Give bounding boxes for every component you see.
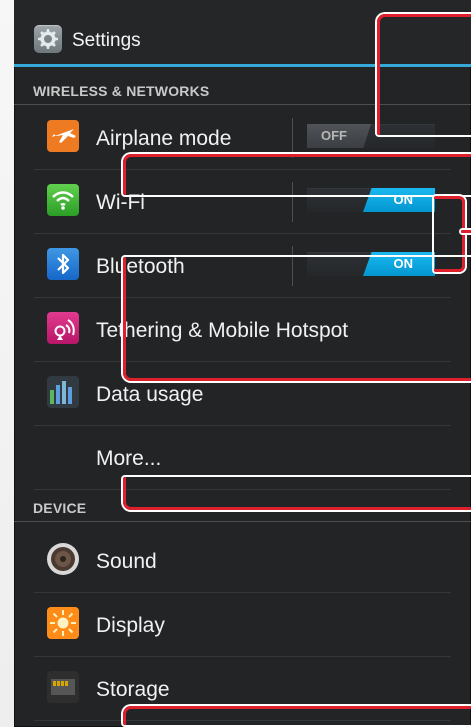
gear-icon bbox=[34, 25, 62, 53]
airplane-icon bbox=[47, 120, 79, 152]
wifi-label: Wi-Fi bbox=[96, 191, 145, 214]
display-row[interactable]: Display bbox=[14, 593, 471, 657]
airplane-toggle-state: OFF bbox=[321, 128, 347, 143]
data-usage-row[interactable]: Data usage bbox=[14, 362, 471, 426]
storage-row[interactable]: Storage bbox=[14, 657, 471, 721]
sd-card-icon bbox=[47, 671, 79, 703]
wifi-row[interactable]: Wi-Fi ON bbox=[14, 170, 471, 234]
wifi-icon bbox=[47, 184, 79, 216]
page-title: Settings bbox=[72, 30, 141, 51]
display-label: Display bbox=[96, 614, 165, 637]
tethering-row[interactable]: Tethering & Mobile Hotspot bbox=[14, 298, 471, 362]
bluetooth-row[interactable]: Bluetooth ON bbox=[14, 234, 471, 298]
device-header: DEVICE bbox=[33, 500, 87, 516]
bluetooth-toggle-state: ON bbox=[393, 256, 414, 271]
more-label: More... bbox=[96, 447, 162, 470]
storage-label: Storage bbox=[96, 678, 170, 701]
airplane-mode-row[interactable]: Airplane mode OFF bbox=[14, 106, 471, 170]
speaker-icon bbox=[47, 543, 79, 575]
more-row[interactable]: More... bbox=[14, 426, 471, 490]
settings-screen: Settings WIRELESS & NETWORKS Airplane mo… bbox=[14, 0, 471, 727]
wireless-networks-header: WIRELESS & NETWORKS bbox=[33, 83, 210, 99]
data-usage-label: Data usage bbox=[96, 383, 204, 406]
sound-row[interactable]: Sound bbox=[14, 529, 471, 593]
section-divider bbox=[14, 521, 471, 522]
toggle-divider bbox=[292, 182, 293, 222]
data-usage-icon bbox=[47, 376, 79, 408]
hotspot-icon bbox=[47, 312, 79, 344]
toggle-divider bbox=[292, 246, 293, 286]
toggle-divider bbox=[292, 118, 293, 158]
tethering-label: Tethering & Mobile Hotspot bbox=[96, 319, 349, 342]
sound-label: Sound bbox=[96, 550, 157, 573]
section-divider bbox=[14, 104, 471, 105]
wifi-toggle-state: ON bbox=[393, 192, 414, 207]
airplane-mode-label: Airplane mode bbox=[96, 127, 232, 150]
bluetooth-icon bbox=[47, 248, 79, 280]
bluetooth-toggle[interactable]: ON bbox=[307, 252, 435, 276]
bluetooth-label: Bluetooth bbox=[96, 255, 185, 278]
title-bar: Settings bbox=[14, 0, 471, 67]
wifi-toggle[interactable]: ON bbox=[307, 188, 435, 212]
brightness-icon bbox=[47, 607, 79, 639]
airplane-mode-toggle[interactable]: OFF bbox=[307, 124, 435, 148]
